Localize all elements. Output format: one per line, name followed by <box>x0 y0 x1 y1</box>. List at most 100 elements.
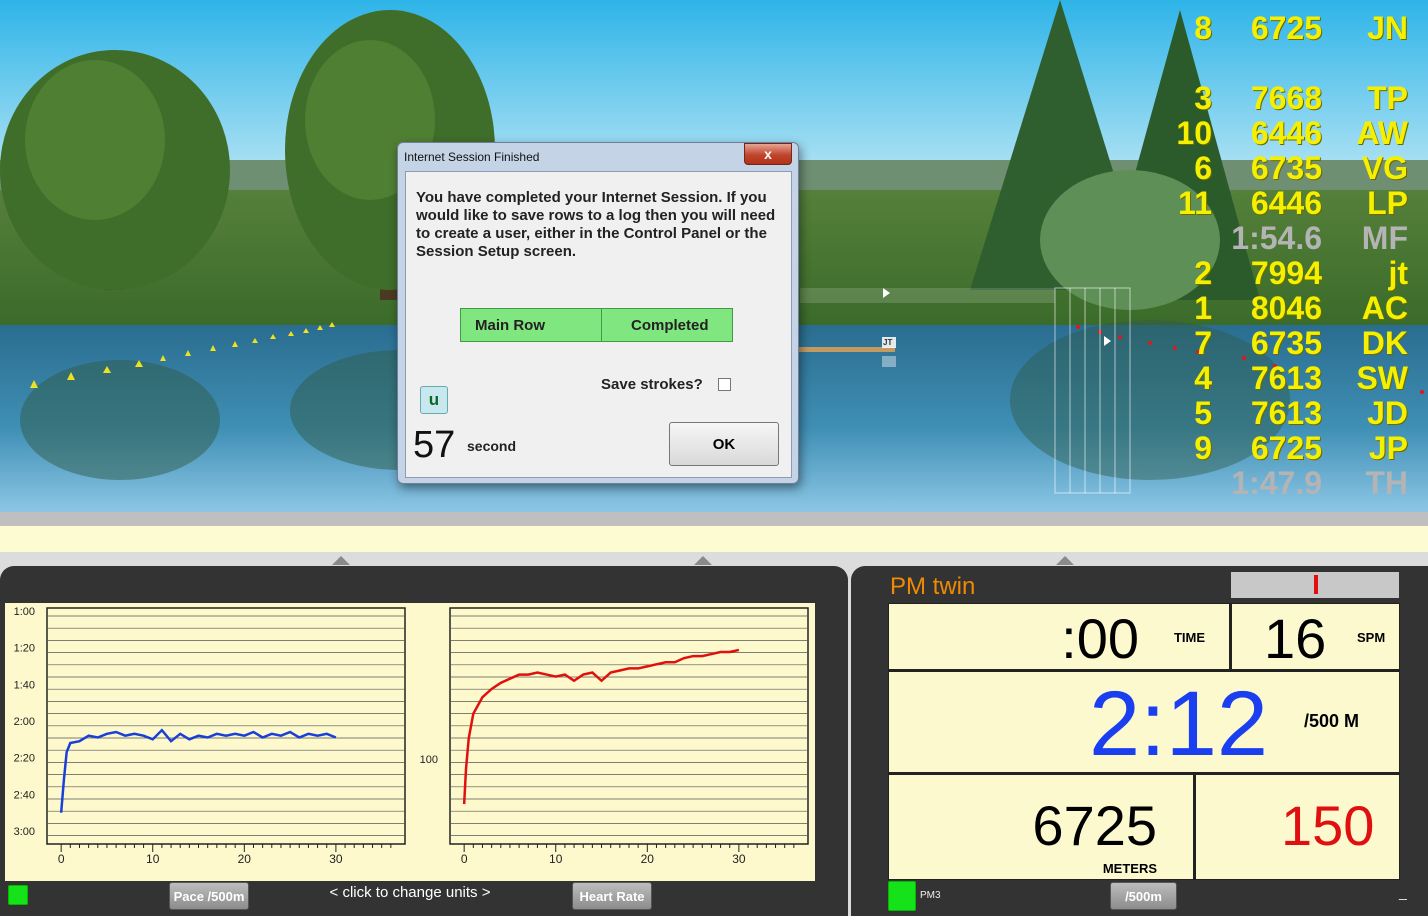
standing-initials: LP <box>1367 185 1408 221</box>
row-status-table: Main Row Completed <box>460 308 733 342</box>
spm-cell: 16 SPM <box>1232 604 1399 670</box>
pace-value: 2:12 <box>1089 673 1269 775</box>
ok-button[interactable]: OK <box>669 422 779 466</box>
standing-rank: 3 <box>1194 80 1212 116</box>
user-button[interactable]: u <box>420 386 448 414</box>
standing-row: 10 6446 AW <box>1168 115 1408 151</box>
standing-value: 7613 <box>1250 395 1322 431</box>
charts-svg: 0 10 20 30 1:00 1:20 1:40 2:00 2:20 2:40 3:00 0 10 2… <box>14 606 809 866</box>
standing-value: 1:47.9 <box>1231 465 1322 501</box>
standing-row: 9 6725 JP <box>1168 430 1408 466</box>
panel-expand-arrow-mid[interactable] <box>694 556 712 565</box>
monitor-unit-button[interactable]: /500m <box>1110 882 1177 910</box>
change-units-link[interactable]: < click to change units > <box>300 884 520 901</box>
time-cell: :00 TIME <box>889 604 1229 670</box>
standing-rank: 5 <box>1194 395 1212 431</box>
standing-initials: MF <box>1361 220 1408 256</box>
standing-initials: TP <box>1367 80 1408 116</box>
monitor-title: PM twin <box>890 573 976 600</box>
heart-rate-value: 150 <box>1281 794 1375 857</box>
standing-rank: 1 <box>1194 290 1212 326</box>
pace-cell: 2:12 /500 M <box>889 672 1399 775</box>
x-tick-label: 20 <box>641 852 655 866</box>
save-strokes-label: Save strokes? <box>601 376 703 393</box>
standing-value: 7613 <box>1250 360 1322 396</box>
countdown-value: 57 <box>413 424 456 466</box>
standing-value: 8046 <box>1250 290 1322 326</box>
standing-initials: jt <box>1388 255 1408 291</box>
meters-value: 6725 <box>1032 794 1157 857</box>
standing-rank: 8 <box>1194 10 1212 46</box>
standing-row: 7 6735 DK <box>1168 325 1408 361</box>
standing-value: 1:54.6 <box>1231 220 1322 256</box>
standing-row: 2 7994 jt <box>1168 255 1408 291</box>
standing-initials: AC <box>1361 290 1408 326</box>
standing-initials: SW <box>1356 360 1408 396</box>
panel-expand-arrow-right[interactable] <box>1056 556 1074 565</box>
standing-row: 6 6735 VG <box>1168 150 1408 186</box>
standing-row: 4 7613 SW <box>1168 360 1408 396</box>
monitor-display: :00 TIME 16 SPM 2:12 /500 M 6725 METERS … <box>888 603 1400 880</box>
time-label: TIME <box>1173 630 1205 645</box>
minimize-button[interactable]: _ <box>1399 884 1407 900</box>
standing-rank: 2 <box>1194 255 1212 291</box>
row-status: Completed <box>631 316 709 334</box>
panel-tab-bar <box>0 552 1428 566</box>
pm-label: PM3 <box>920 890 941 901</box>
standing-initials: DK <box>1361 325 1408 361</box>
x-tick-label: 30 <box>329 852 343 866</box>
standing-value: 6725 <box>1250 430 1322 466</box>
spm-value: 16 <box>1264 607 1327 670</box>
close-icon[interactable]: x <box>744 143 792 165</box>
heart-rate-unit-button[interactable]: Heart Rate <box>572 882 652 910</box>
session-finished-dialog: Internet Session Finished x You have com… <box>397 142 799 484</box>
standing-rank: 4 <box>1194 360 1212 396</box>
y-tick-label: 100 <box>420 754 438 766</box>
chart-panel: 0 10 20 30 1:00 1:20 1:40 2:00 2:20 2:40 3:00 0 10 2… <box>0 566 848 916</box>
pace-unit-button[interactable]: Pace /500m <box>169 882 249 910</box>
standing-row: 3 7668 TP <box>1168 80 1408 116</box>
time-value: :00 <box>1061 607 1139 670</box>
standing-value: 6446 <box>1250 185 1322 221</box>
standing-rank: 10 <box>1176 115 1212 151</box>
standing-initials: JN <box>1367 10 1408 46</box>
row-name: Main Row <box>461 309 602 341</box>
standing-value: 7994 <box>1250 255 1322 291</box>
pm-status-indicator <box>888 881 916 911</box>
force-bar-marker <box>1314 575 1318 594</box>
x-tick-label: 30 <box>732 852 746 866</box>
standing-initials: TH <box>1365 465 1408 501</box>
boat <box>795 347 895 352</box>
standing-rank: 7 <box>1194 325 1212 361</box>
meters-label: METERS <box>1102 861 1157 876</box>
standing-initials: JP <box>1368 430 1408 466</box>
panel-expand-arrow-left[interactable] <box>332 556 350 565</box>
y-tick-label: 1:00 <box>14 606 35 618</box>
x-tick-label: 0 <box>58 852 65 866</box>
standing-value: 7668 <box>1250 80 1322 116</box>
spm-label: SPM <box>1357 630 1386 645</box>
y-tick-label: 1:40 <box>14 679 35 691</box>
countdown-unit: second <box>467 438 517 454</box>
standing-value: 6446 <box>1250 115 1322 151</box>
force-bar <box>1231 572 1399 598</box>
x-tick-label: 20 <box>238 852 252 866</box>
standing-rank: 11 <box>1178 185 1212 221</box>
standing-initials: AW <box>1356 115 1408 151</box>
x-tick-label: 10 <box>549 852 563 866</box>
charts-area: 0 10 20 30 1:00 1:20 1:40 2:00 2:20 2:40 3:00 0 10 2… <box>5 603 815 881</box>
y-tick-label: 2:40 <box>14 789 35 801</box>
standing-row: 8 6725 JN <box>1168 10 1408 46</box>
standing-initials: VG <box>1361 150 1408 186</box>
dialog-title: Internet Session Finished <box>404 150 540 164</box>
y-tick-label: 2:20 <box>14 753 35 765</box>
standing-row: 11 6446 LP <box>1168 185 1408 221</box>
message-bar <box>0 526 1428 552</box>
heart-rate-cell: 150 <box>1196 775 1399 879</box>
pace-series-line <box>59 728 337 813</box>
save-strokes-checkbox[interactable] <box>718 378 731 391</box>
pm-monitor-panel: PM twin :00 TIME 16 SPM 2:12 /500 M 6725… <box>851 566 1428 916</box>
scene-divider <box>0 512 1428 526</box>
y-tick-label: 2:00 <box>14 716 35 728</box>
meters-cell: 6725 METERS <box>889 775 1193 879</box>
